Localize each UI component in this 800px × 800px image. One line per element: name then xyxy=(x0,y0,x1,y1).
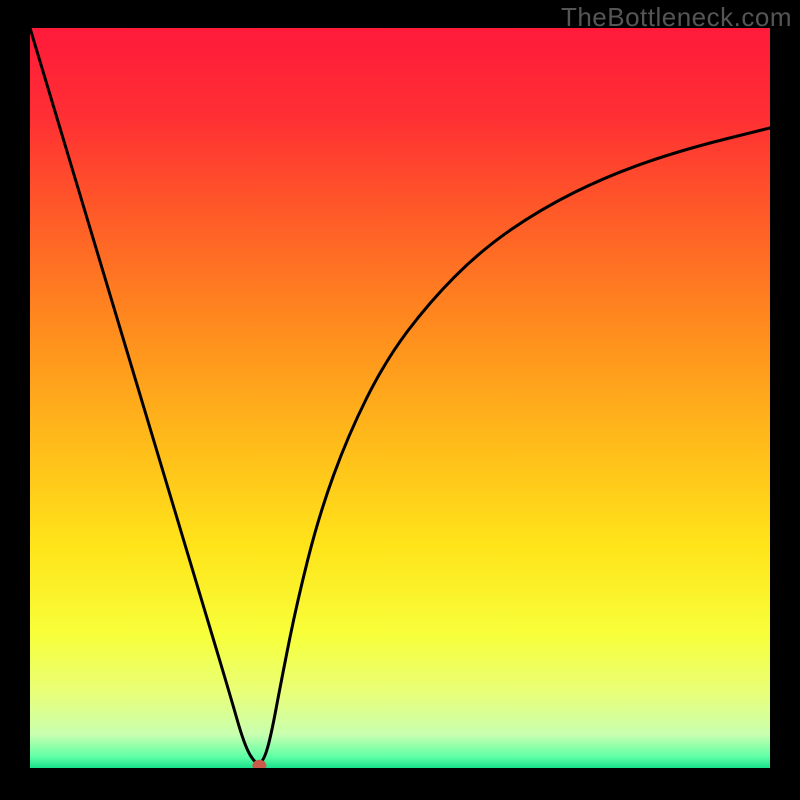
chart-svg xyxy=(30,28,770,768)
watermark-text: TheBottleneck.com xyxy=(561,2,792,33)
plot-area xyxy=(30,28,770,768)
